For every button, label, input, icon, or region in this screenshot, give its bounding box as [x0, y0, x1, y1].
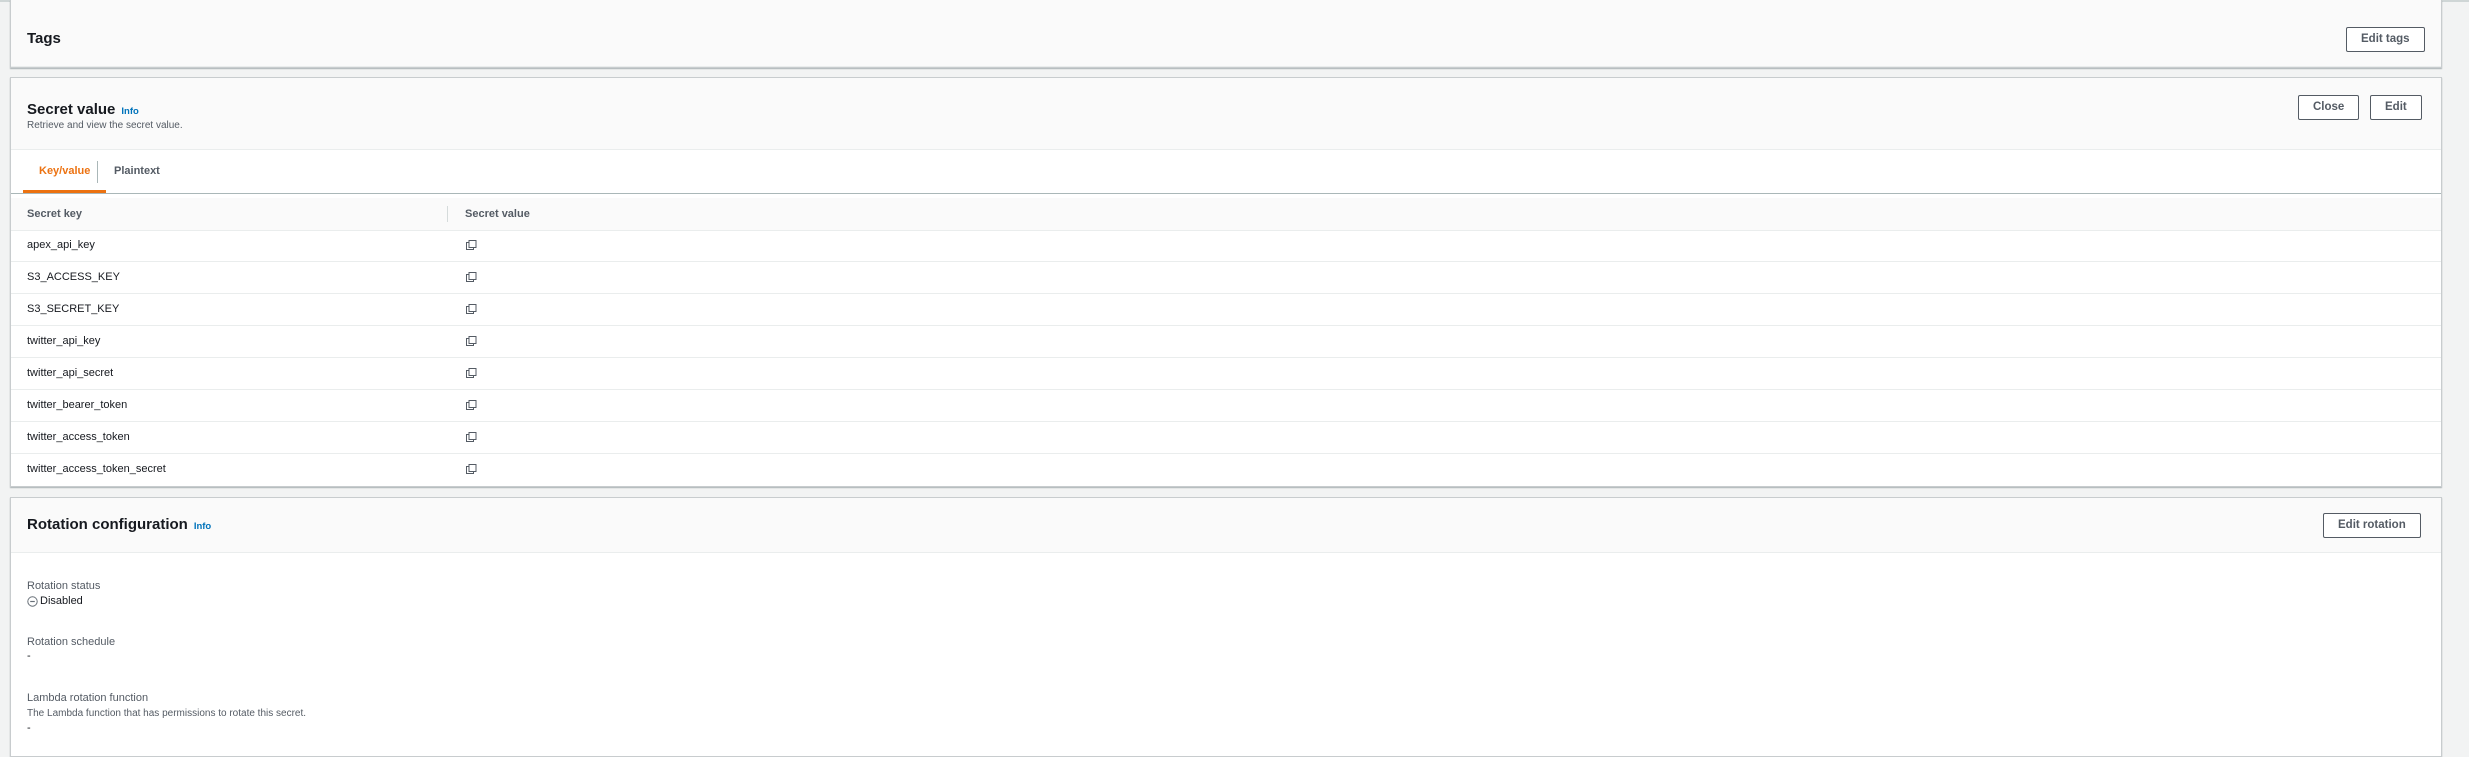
rotation-title: Rotation configuration — [27, 516, 188, 533]
tab-key-value[interactable]: Key/value — [23, 150, 107, 193]
rotation-status-value: Disabled — [27, 595, 83, 607]
table-row: twitter_api_secret — [11, 358, 2441, 390]
secret-key-cell: twitter_api_secret — [27, 367, 114, 379]
tags-header: Tags Edit tags — [11, 0, 2441, 67]
table-row: twitter_bearer_token — [11, 390, 2441, 422]
secret-value-header: Secret value Info Retrieve and view the s… — [11, 78, 2441, 150]
tab-plaintext[interactable]: Plaintext — [98, 150, 176, 193]
column-secret-value: Secret value — [465, 208, 530, 220]
secret-key-cell: twitter_bearer_token — [27, 399, 128, 411]
secret-key-cell: twitter_access_token_secret — [27, 463, 166, 475]
secret-value-panel: Secret value Info Retrieve and view the s… — [10, 77, 2442, 487]
secret-value-tabs: Key/value Plaintext — [11, 150, 2441, 194]
lambda-rotation-function-value: - — [27, 722, 31, 734]
secret-key-cell: S3_ACCESS_KEY — [27, 271, 120, 283]
rotation-info-link[interactable]: Info — [194, 521, 211, 532]
secret-key-cell: S3_SECRET_KEY — [27, 303, 120, 315]
secret-key-cell: apex_api_key — [27, 239, 95, 251]
rotation-status-text: Disabled — [40, 595, 83, 607]
table-row: twitter_access_token_secret — [11, 454, 2441, 486]
rotation-schedule-value: - — [27, 650, 31, 662]
column-secret-key: Secret key — [27, 208, 83, 220]
copy-icon[interactable] — [466, 464, 477, 475]
table-row: S3_ACCESS_KEY — [11, 262, 2441, 294]
copy-icon[interactable] — [466, 272, 477, 283]
copy-icon[interactable] — [466, 368, 477, 379]
lambda-rotation-function-label: Lambda rotation function — [27, 692, 149, 704]
tags-panel: Tags Edit tags — [10, 0, 2442, 68]
rotation-header: Rotation configuration Info Edit rotation — [11, 498, 2441, 553]
secret-key-cell: twitter_api_key — [27, 335, 101, 347]
rotation-status-label: Rotation status — [27, 580, 101, 592]
secret-value-description: Retrieve and view the secret value. — [27, 120, 183, 131]
edit-button[interactable]: Edit — [2370, 95, 2422, 120]
edit-rotation-button[interactable]: Edit rotation — [2323, 513, 2421, 538]
table-row: twitter_api_key — [11, 326, 2441, 358]
secret-key-cell: twitter_access_token — [27, 431, 130, 443]
secret-table-header: Secret key Secret value — [11, 198, 2441, 231]
disabled-status-icon — [27, 595, 38, 607]
edit-tags-button[interactable]: Edit tags — [2346, 27, 2425, 52]
secret-value-title: Secret value — [27, 101, 116, 118]
copy-icon[interactable] — [466, 432, 477, 443]
rotation-schedule-label: Rotation schedule — [27, 636, 116, 648]
rotation-configuration-panel: Rotation configuration Info Edit rotation… — [10, 497, 2442, 757]
secret-value-info-link[interactable]: Info — [121, 106, 138, 117]
table-row: S3_SECRET_KEY — [11, 294, 2441, 326]
close-button[interactable]: Close — [2298, 95, 2360, 120]
secret-value-heading: Secret value Info — [27, 101, 139, 119]
table-row: twitter_access_token — [11, 422, 2441, 454]
copy-icon[interactable] — [466, 400, 477, 411]
tags-title: Tags — [27, 30, 61, 47]
copy-icon[interactable] — [466, 336, 477, 347]
copy-icon[interactable] — [466, 304, 477, 315]
rotation-heading: Rotation configuration Info — [27, 516, 211, 534]
copy-icon[interactable] — [466, 240, 477, 251]
lambda-rotation-function-description: The Lambda function that has permissions… — [27, 708, 307, 719]
table-row: apex_api_key — [11, 230, 2441, 262]
column-separator[interactable] — [447, 206, 448, 222]
